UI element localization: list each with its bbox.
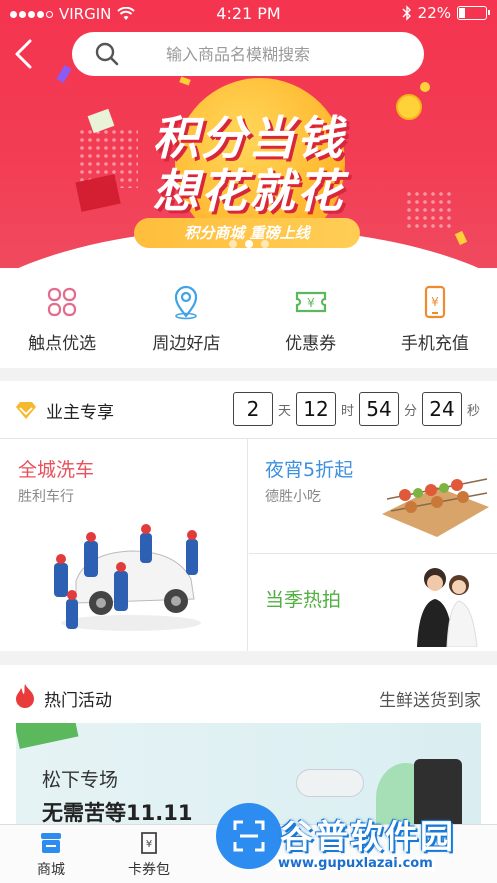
tab-card-wallet[interactable]: ¥ 卡券包 [104,831,194,879]
search-icon [95,42,119,66]
countdown-timer: 2 天 12 时 54 分 24 秒 [232,392,485,426]
quick-entry-phone-recharge[interactable]: ¥ 手机充值 [373,268,497,368]
deal-title: 夜宵5折起 [265,459,354,481]
watermark-url: www.gupuxlazai.com [276,856,435,871]
pager-dot-active[interactable] [244,240,253,248]
fresh-delivery-link[interactable]: 生鲜送货到家 [379,686,481,711]
pager-dot[interactable] [228,240,237,248]
section-title: 业主专享 [46,403,114,423]
deal-card-car-wash[interactable]: 全城洗车 胜利车行 [0,439,248,651]
svg-text:¥: ¥ [146,839,152,850]
location-pin-icon [175,285,198,320]
phone-recharge-icon: ¥ [424,285,445,319]
battery-icon [457,6,490,20]
svg-text:¥: ¥ [431,295,439,309]
tab-mall[interactable]: 商城 [6,831,96,879]
bluetooth-icon [402,5,411,21]
tab-label: 商城 [37,862,65,878]
search-bar[interactable] [72,32,424,76]
coupon-wallet-icon: ¥ [141,832,157,854]
confetti-graphic [56,65,72,83]
status-bar: VIRGIN 4:21 PM 22% [0,0,497,28]
promo-line-1: 松下专场 [42,769,119,791]
flame-icon [16,684,34,708]
countdown-unit: 分 [403,403,417,419]
quick-entry-label: 优惠券 [285,334,337,354]
site-watermark: 谷普软件园 www.gupuxlazai.com [272,808,494,880]
deal-subtitle: 胜利车行 [18,489,74,505]
countdown-seconds: 24 [421,392,462,426]
pager-dot[interactable] [260,240,269,248]
countdown-unit: 秒 [466,403,480,419]
coupon-icon: ¥ [295,291,326,313]
countdown-hours: 12 [295,392,336,426]
quick-entry-row: 触点优选 周边好店 ¥ 优惠券 ¥ 手机充值 [0,268,497,368]
back-button[interactable] [12,38,42,70]
chevron-left-icon [15,39,32,69]
deal-card-late-night-snack[interactable]: 夜宵5折起 德胜小吃 [249,439,497,554]
hair-dryer-product-image [296,769,364,797]
coin-icon [420,82,430,92]
car-wash-illustration [54,524,201,631]
section-title: 热门活动 [44,691,112,711]
battery-percent: 22% [417,4,451,22]
search-input[interactable] [166,44,424,64]
svg-text:¥: ¥ [307,296,315,310]
quick-entry-label: 手机充值 [400,334,469,354]
quick-entry-coupons[interactable]: ¥ 优惠券 [249,268,373,368]
quick-entry-nearby-stores[interactable]: 周边好店 [124,268,248,368]
scan-icon [233,820,265,852]
countdown-minutes: 54 [358,392,399,426]
watermark-brand: 谷普软件园 [280,817,455,856]
deal-title: 全城洗车 [18,459,95,481]
deal-title: 当季热拍 [265,589,342,611]
quick-entry-label: 触点优选 [28,334,97,354]
member-header: 业主专享 2 天 12 时 54 分 24 秒 [0,381,497,439]
banner-pager[interactable] [0,240,497,248]
store-icon [41,833,61,853]
countdown-unit: 天 [277,403,291,419]
countdown-days: 2 [232,392,273,426]
countdown-unit: 时 [340,403,354,419]
couple-photo-illustration [417,568,478,647]
deal-card-seasonal-hot[interactable]: 当季热拍 [249,555,497,651]
leaf-graphic [16,723,79,749]
clover-icon [48,287,77,317]
promo-line-2: 无需苦等11.11 [42,801,193,825]
app-screen: 积分当钱 想花就花 积分商城 重磅上线 VIRGIN 4:21 PM 22% 输… [0,0,497,883]
confetti-graphic [179,76,191,86]
deal-subtitle: 德胜小吃 [265,489,321,505]
quick-entry-label: 周边好店 [152,334,221,354]
diamond-crown-icon [16,402,36,419]
banner-headline-2: 想花就花 [152,164,345,218]
quick-entry-selected-goods[interactable]: 触点优选 [0,268,124,368]
member-exclusive-section: 业主专享 2 天 12 时 54 分 24 秒 全城洗车 胜利车行 夜宵5折起 … [0,381,497,651]
skewer-food-illustration [382,478,489,537]
tab-label: 卡券包 [128,862,170,878]
